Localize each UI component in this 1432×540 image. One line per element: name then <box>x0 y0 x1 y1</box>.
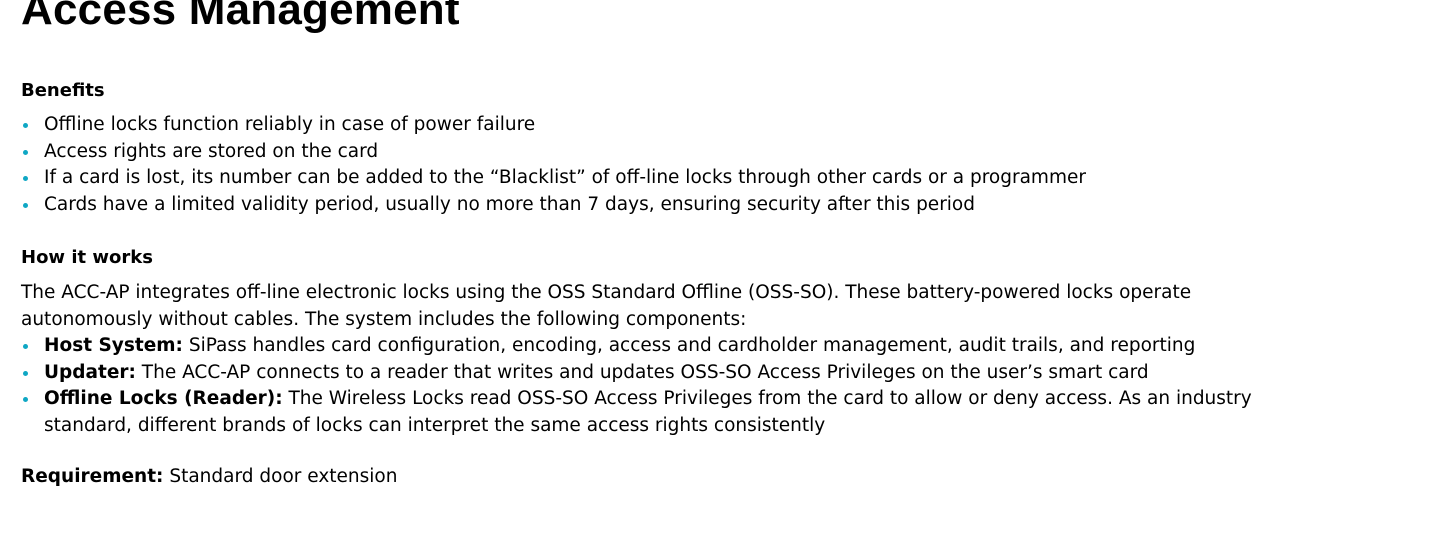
page-title: Access Management <box>21 0 460 34</box>
component-description: The ACC-AP connects to a reader that wri… <box>135 361 1149 383</box>
component-description: SiPass handles card configuration, encod… <box>182 335 1196 356</box>
requirement-value: Standard door extension <box>163 466 398 487</box>
requirement-label: Requirement: <box>21 466 164 487</box>
list-item: Offline locks function reliably in case … <box>21 112 1411 139</box>
benefit-text: Cards have a limited validity period, us… <box>44 193 975 215</box>
bullet-icon <box>23 202 28 208</box>
list-item: If a card is lost, its number can be add… <box>21 165 1411 192</box>
list-item: Access rights are stored on the card <box>21 139 1411 166</box>
list-item: Offline Locks (Reader): The Wireless Loc… <box>21 386 1321 439</box>
components-list: Host System: SiPass handles card configu… <box>21 333 1321 439</box>
how-it-works-intro: The ACC-AP integrates off-line electroni… <box>21 282 1192 330</box>
bullet-icon <box>23 344 28 349</box>
component-term: Offline Locks (Reader): <box>44 388 283 409</box>
component-term: Host System: <box>44 335 183 356</box>
list-item: Cards have a limited validity period, us… <box>21 192 1411 219</box>
bullet-icon <box>23 176 28 181</box>
bullet-icon <box>23 123 28 128</box>
benefit-text: Access rights are stored on the card <box>44 140 379 162</box>
bullet-icon <box>23 397 28 402</box>
component-term: Updater: <box>44 361 136 383</box>
list-item: Updater: The ACC-AP connects to a reader… <box>21 360 1321 387</box>
list-item: Host System: SiPass handles card configu… <box>21 333 1321 360</box>
requirement-line: Requirement: Standard door extension <box>21 464 397 491</box>
bullet-icon <box>23 149 28 155</box>
benefits-heading: Benefits <box>21 80 105 101</box>
how-it-works-heading: How it works <box>21 247 153 268</box>
benefits-list: Offline locks function reliably in case … <box>21 112 1411 218</box>
benefit-text: If a card is lost, its number can be add… <box>44 167 1086 188</box>
bullet-icon <box>23 370 28 376</box>
benefit-text: Offline locks function reliably in case … <box>44 114 536 135</box>
